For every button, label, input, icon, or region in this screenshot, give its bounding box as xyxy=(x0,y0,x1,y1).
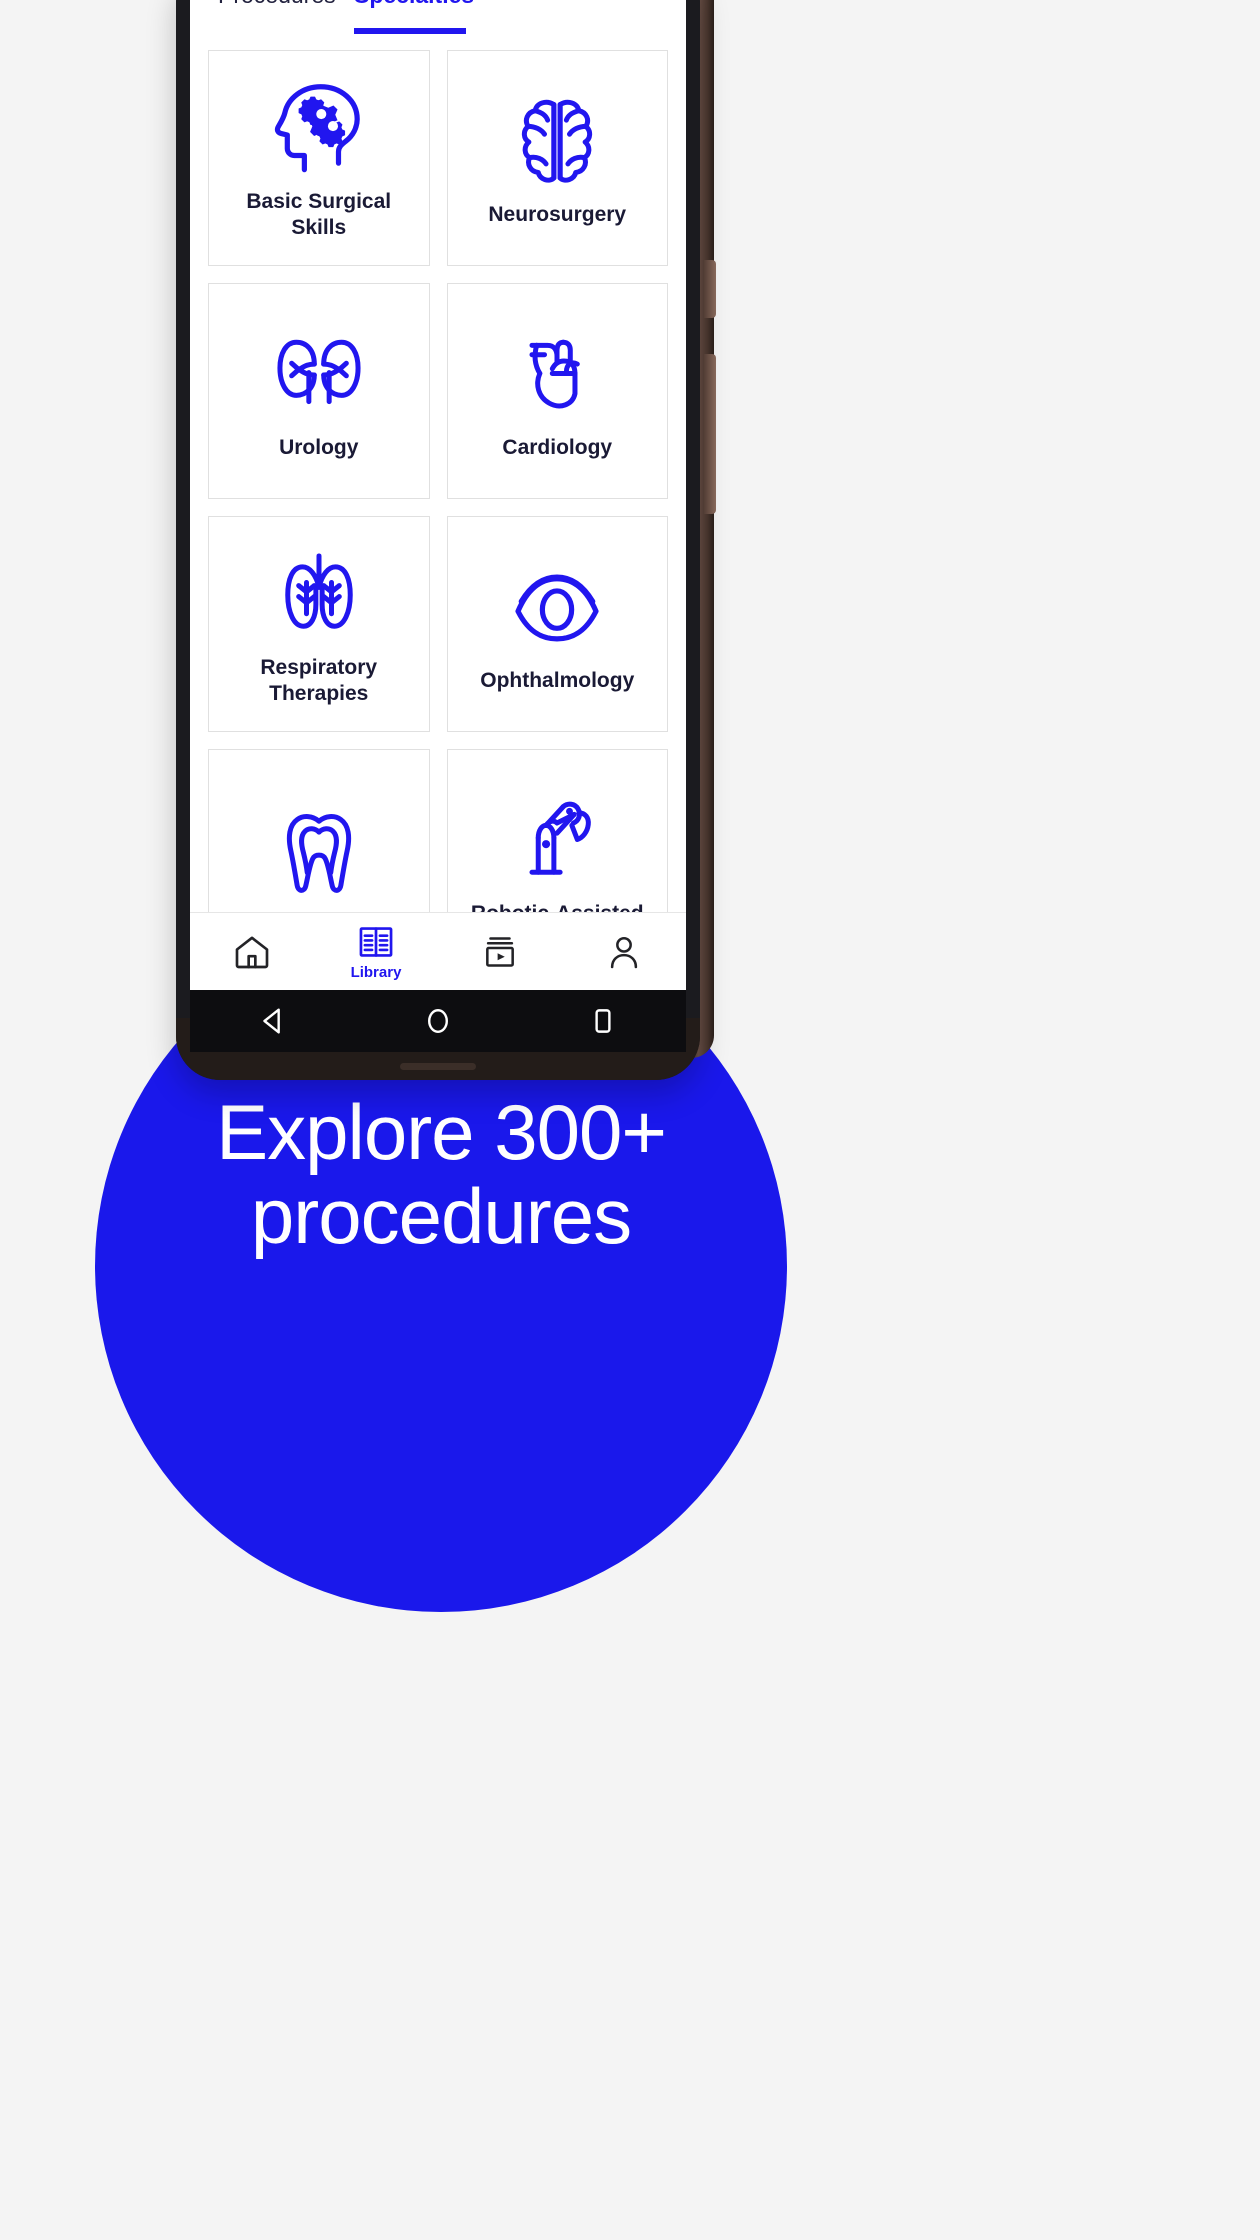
tab-bar: Procedures Specialties xyxy=(190,0,686,50)
tab-specialties[interactable]: Specialties xyxy=(354,0,474,9)
home-icon xyxy=(232,932,272,972)
back-triangle-icon[interactable] xyxy=(256,1004,290,1038)
nav-label-library: Library xyxy=(350,963,402,981)
nav-item-profile[interactable] xyxy=(562,933,686,971)
specialty-card-neurosurgery[interactable]: Neurosurgery xyxy=(446,50,668,266)
bottom-navigation-bar: Library xyxy=(190,912,686,990)
specialty-label: Cardiology xyxy=(502,435,613,459)
screenshot-stage: Explore 300+ procedures Procedures Speci… xyxy=(0,0,1260,2240)
head-gears-icon xyxy=(267,75,371,183)
promo-headline-line-2: procedures xyxy=(250,1172,632,1261)
specialties-grid: Basic Surgical Skills Neurosurgery Urolo… xyxy=(190,50,686,965)
specialty-card-ophthalmology[interactable]: Ophthalmology xyxy=(446,516,668,732)
heart-icon xyxy=(507,321,607,429)
specialty-label: Urology xyxy=(279,435,359,459)
eye-icon xyxy=(505,554,609,662)
nav-item-library[interactable]: Library xyxy=(314,923,438,981)
phone-device: Procedures Specialties xyxy=(176,0,716,1080)
android-system-navigation xyxy=(190,990,686,1052)
video-list-icon xyxy=(481,933,519,971)
specialty-label: Respiratory Therapies xyxy=(260,655,378,705)
phone-screen: Procedures Specialties xyxy=(190,0,686,990)
specialty-card-respiratory-therapies[interactable]: Respiratory Therapies xyxy=(208,516,430,732)
specialty-label: Ophthalmology xyxy=(480,668,635,692)
phone-speaker-grille xyxy=(400,1063,476,1070)
lungs-icon xyxy=(269,541,369,649)
kidneys-icon xyxy=(269,321,369,429)
phone-power-button[interactable] xyxy=(704,260,716,318)
nav-item-home[interactable] xyxy=(190,932,314,972)
tooth-icon xyxy=(269,800,369,908)
person-icon xyxy=(605,933,643,971)
specialty-card-cardiology[interactable]: Cardiology xyxy=(446,283,668,499)
recents-square-icon[interactable] xyxy=(586,1004,620,1038)
promo-headline-line-1: Explore 300+ xyxy=(216,1088,667,1176)
home-circle-icon[interactable] xyxy=(421,1004,455,1038)
specialty-label: Neurosurgery xyxy=(488,202,627,226)
specialty-card-urology[interactable]: Urology xyxy=(208,283,430,499)
tab-procedures[interactable]: Procedures xyxy=(218,0,336,9)
library-icon xyxy=(357,923,395,961)
robotic-arm-icon xyxy=(507,787,607,895)
nav-item-videos[interactable] xyxy=(438,933,562,971)
promo-headline: Explore 300+ procedures xyxy=(95,1088,787,1261)
phone-volume-button[interactable] xyxy=(704,354,716,514)
specialty-card-basic-surgical-skills[interactable]: Basic Surgical Skills xyxy=(208,50,430,266)
tab-active-underline xyxy=(354,28,466,34)
specialty-label: Basic Surgical Skills xyxy=(246,189,392,239)
brain-icon xyxy=(507,88,607,196)
